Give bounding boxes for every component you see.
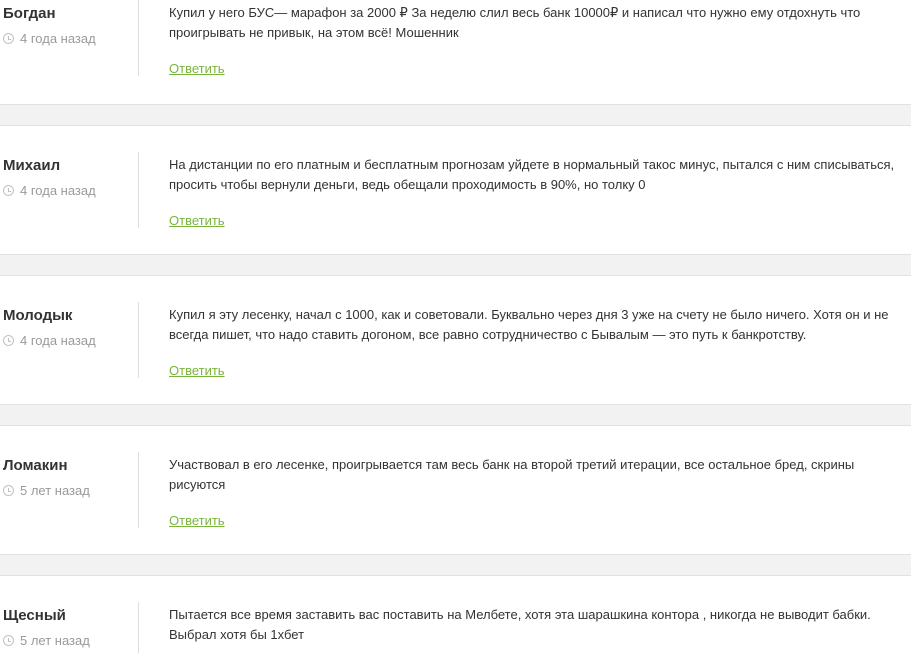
comment-meta: Молодык 4 года назад [0,302,139,378]
comment-author: Михаил [3,157,61,174]
reply-link[interactable]: Ответить [169,363,225,378]
comment-time-text: 4 года назад [20,183,96,198]
comment-item: Михаил 4 года назад На дистанции по его … [0,126,911,254]
comment-meta: Щесный 5 лет назад [0,602,139,653]
divider [0,575,911,576]
comment-text: На дистанции по его платным и бесплатным… [169,157,895,192]
comment-time-text: 5 лет назад [20,633,90,648]
clock-icon [3,33,14,44]
divider [0,104,911,105]
comment-meta: Ломакин 5 лет назад [0,452,139,528]
comment-time-text: 5 лет назад [20,483,90,498]
comment-item: Ломакин 5 лет назад Участвовал в его лес… [0,426,911,554]
comment-time-text: 4 года назад [20,31,96,46]
comment-text: Пытается все время заставить вас постави… [169,607,871,642]
reply-link[interactable]: Ответить [169,513,225,528]
comment-time: 5 лет назад [3,633,90,648]
comment-item: Щесный 5 лет назад Пытается все время за… [0,576,911,653]
comment-meta: Богдан 4 года назад [0,0,139,76]
comment-author: Ломакин [3,457,68,474]
comment-item: Богдан 4 года назад Купил у него БУС— ма… [0,0,911,104]
reply-link[interactable]: Ответить [169,213,225,228]
divider [0,404,911,405]
comment-item: Молодык 4 года назад Купил я эту лесенку… [0,276,911,404]
comment-time: 5 лет назад [3,483,90,498]
clock-icon [3,335,14,346]
comment-text: Участвовал в его лесенке, проигрывается … [169,457,855,492]
comment-time: 4 года назад [3,183,96,198]
comment-time-text: 4 года назад [20,333,96,348]
divider [0,425,911,426]
comment-meta: Михаил 4 года назад [0,152,139,228]
comment-author: Щесный [3,607,66,624]
divider [0,125,911,126]
clock-icon [3,635,14,646]
reply-link[interactable]: Ответить [169,61,225,76]
comment-time: 4 года назад [3,31,96,46]
comment-author: Богдан [3,5,56,22]
comment-time: 4 года назад [3,333,96,348]
clock-icon [3,485,14,496]
divider [0,275,911,276]
clock-icon [3,185,14,196]
divider [0,254,911,255]
comment-text: Купил у него БУС— марафон за 2000 ₽ За н… [169,5,861,40]
divider [0,554,911,555]
comment-text: Купил я эту лесенку, начал с 1000, как и… [169,307,889,342]
comment-author: Молодык [3,307,73,324]
